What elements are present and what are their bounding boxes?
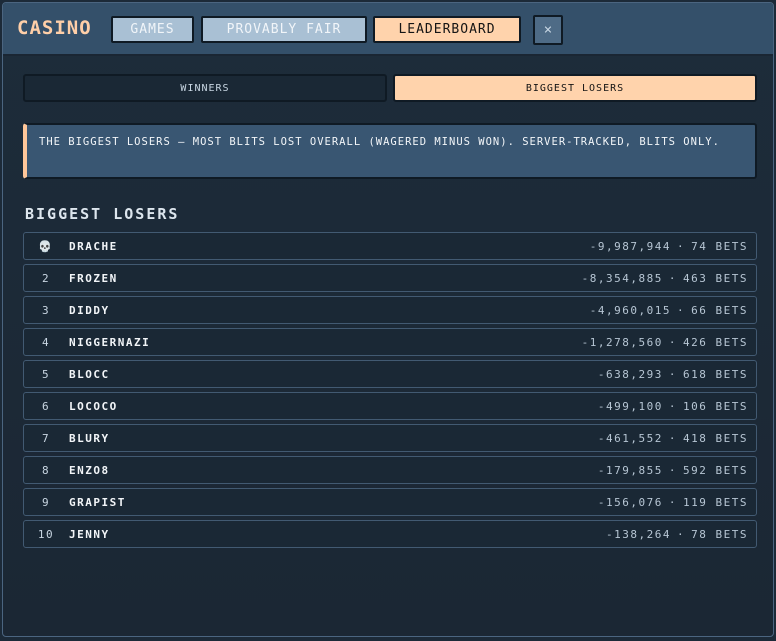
rank-number: 9 [41,495,51,509]
bet-count: 592 BETS [683,463,748,477]
player-name: ENZO8 [69,463,110,477]
separator: · [668,463,678,477]
skull-icon: 💀 [38,239,54,253]
player-stats: -179,855 · 592 BETS [598,457,748,483]
separator: · [677,527,686,541]
rank-number: 10 [37,527,55,541]
bet-count: 618 BETS [683,367,748,381]
section-title: BIGGEST LOSERS [25,205,180,223]
bet-count: 463 BETS [683,271,748,285]
rank-number: 5 [41,367,51,381]
bet-count: 74 BETS [691,239,748,253]
notice-text: THE BIGGEST LOSERS — MOST BLITS LOST OVE… [39,136,720,148]
player-name: GRAPIST [69,495,126,509]
info-notice: THE BIGGEST LOSERS — MOST BLITS LOST OVE… [23,123,757,179]
player-stats: -4,960,015 · 66 BETS [590,297,748,323]
amount-lost: -1,278,560 [581,335,663,349]
player-stats: -638,293 · 618 BETS [598,361,748,387]
player-stats: -138,264 · 78 BETS [606,521,748,547]
player-name: JENNY [69,527,110,541]
player-name: BLOCC [69,367,110,381]
bet-count: 119 BETS [683,495,748,509]
bet-count: 106 BETS [683,399,748,413]
bet-count: 418 BETS [683,431,748,445]
player-name: LOCOCO [69,399,118,413]
rank-number: 7 [41,431,51,445]
rank-number: 8 [41,463,51,477]
player-name: FROZEN [69,271,118,285]
amount-lost: -156,076 [597,495,663,509]
leaderboard-row: 9 GRAPIST -156,076 · 119 BETS [23,488,757,516]
leaderboard-list: 💀 DRACHE -9,987,944 · 74 BETS 2 FROZEN -8,… [23,232,757,552]
player-name: NIGGERNAZI [69,335,151,349]
player-name: BLURY [69,431,110,445]
close-icon: × [543,22,553,38]
tab-winners[interactable]: WINNERS [23,74,387,102]
tab-biggest-losers[interactable]: BIGGEST LOSERS [393,74,757,102]
leaderboard-row: 4 NIGGERNAZI -1,278,560 · 426 BETS [23,328,757,356]
amount-lost: -179,855 [597,463,663,477]
separator: · [668,495,678,509]
leaderboard-row: 7 BLURY -461,552 · 418 BETS [23,424,757,452]
separator: · [677,303,686,317]
amount-lost: -9,987,944 [589,239,672,253]
separator: · [668,271,678,285]
separator: · [668,399,678,413]
nav-provably-fair-button[interactable]: PROVABLY FAIR [201,16,367,43]
amount-lost: -4,960,015 [589,303,672,317]
amount-lost: -138,264 [606,527,672,541]
rank-number: 6 [41,399,51,413]
player-stats: -9,987,944 · 74 BETS [590,233,748,259]
player-stats: -1,278,560 · 426 BETS [582,329,748,355]
casino-window: CASINO GAMES PROVABLY FAIR LEADERBOARD ×… [2,2,774,637]
leaderboard-row: 6 LOCOCO -499,100 · 106 BETS [23,392,757,420]
leaderboard-row: 8 ENZO8 -179,855 · 592 BETS [23,456,757,484]
player-stats: -156,076 · 119 BETS [598,489,748,515]
separator: · [668,335,678,349]
separator: · [668,367,678,381]
amount-lost: -499,100 [597,399,663,413]
separator: · [677,239,686,253]
bet-count: 66 BETS [691,303,748,317]
close-button[interactable]: × [533,15,563,45]
player-name: DIDDY [69,303,110,317]
amount-lost: -8,354,885 [581,271,663,285]
rank-number: 4 [41,335,51,349]
brand-logo: CASINO [17,17,92,39]
separator: · [668,431,678,445]
amount-lost: -638,293 [597,367,663,381]
player-stats: -461,552 · 418 BETS [598,425,748,451]
leaderboard-row: 2 FROZEN -8,354,885 · 463 BETS [23,264,757,292]
player-stats: -499,100 · 106 BETS [598,393,748,419]
amount-lost: -461,552 [597,431,663,445]
player-stats: -8,354,885 · 463 BETS [582,265,748,291]
top-bar: CASINO GAMES PROVABLY FAIR LEADERBOARD × [3,3,773,56]
leaderboard-row: 💀 DRACHE -9,987,944 · 74 BETS [23,232,757,260]
rank-number: 3 [41,303,51,317]
nav-games-button[interactable]: GAMES [111,16,194,43]
leaderboard-row: 3 DIDDY -4,960,015 · 66 BETS [23,296,757,324]
player-name: DRACHE [69,239,118,253]
leaderboard-row: 5 BLOCC -638,293 · 618 BETS [23,360,757,388]
nav-leaderboard-button[interactable]: LEADERBOARD [373,16,521,43]
bet-count: 426 BETS [683,335,748,349]
rank-number: 2 [41,271,51,285]
leaderboard-row: 10 JENNY -138,264 · 78 BETS [23,520,757,548]
bet-count: 78 BETS [691,527,748,541]
